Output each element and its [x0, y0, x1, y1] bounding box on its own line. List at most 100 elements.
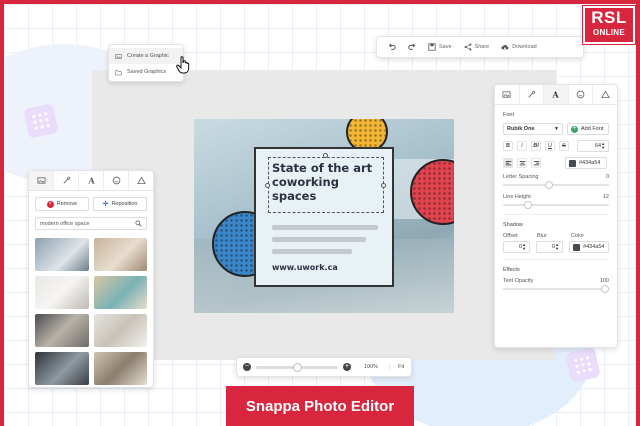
close-circle-icon: × [46, 200, 54, 208]
effects-heading: Effects [503, 267, 520, 273]
add-font-button[interactable]: + Add Font [567, 123, 609, 135]
stepper-icon[interactable]: ▲ ▼ [601, 142, 605, 150]
underline-button[interactable]: U [545, 141, 555, 151]
tab-text[interactable]: A [544, 85, 569, 104]
placeholder-line [272, 225, 378, 230]
slider-knob[interactable] [524, 201, 533, 209]
image-results [29, 232, 153, 391]
text-icon: A [87, 176, 95, 185]
image-thumbnail[interactable] [35, 314, 89, 347]
text-color-picker[interactable]: #434a54 [565, 157, 607, 169]
tab-shapes[interactable] [593, 85, 617, 104]
search-icon[interactable] [135, 220, 142, 227]
share-button[interactable]: Share [459, 39, 495, 55]
remove-button[interactable]: × Remove [35, 197, 89, 211]
letter-spacing-value: 0 [605, 174, 609, 180]
divider [503, 214, 609, 215]
tab-shapes[interactable] [129, 171, 153, 190]
svg-text:A: A [87, 176, 95, 185]
image-thumbnail[interactable] [35, 238, 89, 271]
add-font-label: Add Font [581, 126, 604, 132]
align-right-button[interactable] [531, 158, 541, 168]
image-thumbnail[interactable] [93, 352, 147, 385]
text-opacity-slider[interactable] [503, 285, 609, 293]
svg-text:A: A [552, 90, 560, 99]
design-url[interactable]: www.uwork.ca [272, 263, 338, 272]
shadow-color-value: #434a54 [583, 244, 605, 250]
strikethrough-button[interactable]: S [559, 141, 569, 151]
text-icon: A [552, 90, 560, 99]
bold-button[interactable]: B [503, 141, 513, 151]
wand-icon [62, 176, 70, 184]
tab-text[interactable]: A [79, 171, 104, 190]
bold-italic-button[interactable]: BI [531, 141, 541, 151]
color-swatch [573, 243, 581, 251]
logo-line-2: ONLINE [592, 28, 626, 37]
zoom-slider[interactable] [256, 362, 338, 372]
tab-emoji[interactable] [569, 85, 594, 104]
zoom-slider-knob[interactable] [292, 362, 302, 372]
slider-knob[interactable] [601, 285, 609, 293]
stepper-icon[interactable]: ▲ ▼ [522, 243, 526, 251]
image-thumbnail[interactable] [35, 352, 89, 385]
line-height-slider[interactable] [503, 201, 609, 209]
remove-label: Remove [56, 201, 78, 207]
font-select[interactable]: Rubik One ▼ [503, 123, 563, 135]
tab-images[interactable] [29, 171, 54, 190]
shape-icon [136, 176, 146, 185]
undo-icon [388, 43, 396, 50]
image-thumbnail[interactable] [35, 276, 89, 309]
menu-item-saved-graphics[interactable]: Saved Graphics [109, 64, 183, 80]
menu-item-create-graphic[interactable]: Create a Graphic [109, 48, 183, 64]
text-card[interactable]: State of the art coworking spaces www.uw… [254, 147, 394, 287]
fit-button[interactable]: Fit [389, 364, 404, 370]
slider-knob[interactable] [545, 181, 554, 189]
logo-line-1: RSL [591, 8, 627, 27]
reposition-button[interactable]: ✛ Reposition [93, 197, 147, 211]
save-icon [428, 43, 436, 51]
zoom-in-button[interactable]: + [343, 363, 351, 371]
tab-images[interactable] [495, 85, 520, 104]
download-button[interactable]: Download [496, 39, 541, 55]
shadow-blur-input[interactable]: 0 ▲ ▼ [536, 241, 564, 253]
redo-button[interactable] [403, 39, 421, 55]
letter-spacing-slider[interactable] [503, 181, 609, 189]
align-center-button[interactable] [517, 158, 527, 168]
panel-tabs: A [495, 85, 617, 105]
rotate-handle[interactable] [323, 153, 328, 158]
image-thumbnail[interactable] [93, 276, 147, 309]
image-search-input[interactable]: modern office space [35, 217, 147, 230]
emoji-icon [112, 176, 120, 185]
image-icon [36, 177, 46, 184]
menu-item-label: Saved Graphics [127, 69, 167, 75]
font-size-input[interactable]: 64 ▲ ▼ [577, 140, 609, 152]
resize-handle[interactable] [265, 183, 270, 188]
design-canvas[interactable]: State of the art coworking spaces www.uw… [194, 119, 454, 313]
undo-button[interactable] [383, 39, 401, 55]
align-left-button[interactable] [503, 158, 513, 168]
stepper-icon[interactable]: ▲ ▼ [555, 243, 559, 251]
tab-emoji[interactable] [104, 171, 129, 190]
reposition-label: Reposition [111, 201, 138, 207]
redo-icon [408, 43, 416, 50]
shadow-color-picker[interactable]: #434a54 [569, 241, 609, 253]
save-label: Save [439, 44, 452, 50]
tab-effects[interactable] [54, 171, 79, 190]
color-label: Color [571, 233, 585, 239]
image-thumbnail[interactable] [93, 314, 147, 347]
frame: Save Share Download Create a Graphic Sav… [0, 0, 640, 426]
zoom-out-button[interactable]: − [243, 363, 251, 371]
shadow-offset-input[interactable]: 0 ▲ ▼ [503, 241, 531, 253]
caption-banner: Snappa Photo Editor [226, 386, 414, 426]
graphics-menu: Create a Graphic Saved Graphics [108, 44, 184, 82]
italic-button[interactable]: I [517, 141, 527, 151]
image-thumbnail[interactable] [93, 238, 147, 271]
shape-icon [600, 90, 610, 99]
save-button[interactable]: Save [423, 39, 457, 55]
share-label: Share [474, 44, 490, 50]
align-right-icon [533, 160, 539, 165]
design-title[interactable]: State of the art coworking spaces [272, 161, 384, 203]
plus-circle-icon: + [571, 125, 578, 133]
tab-effects[interactable] [520, 85, 545, 104]
line-height-value: 12 [602, 194, 609, 200]
